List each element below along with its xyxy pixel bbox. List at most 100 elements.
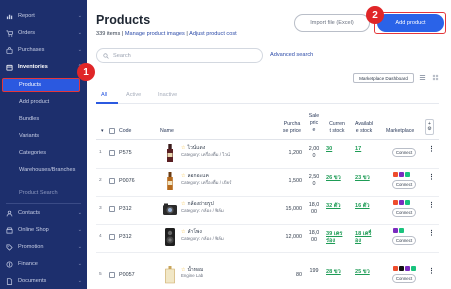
connect-button[interactable]: Connect	[392, 236, 416, 245]
current-stock-link[interactable]: 30	[326, 146, 332, 152]
row-checkbox[interactable]	[109, 272, 115, 278]
sidebar-item-documents[interactable]: Documents ⌄	[0, 274, 87, 288]
advanced-search-link[interactable]: Advanced search	[270, 52, 313, 58]
marketplace-icons	[393, 266, 416, 271]
marketplace-logo-icon	[393, 200, 398, 205]
connect-button[interactable]: Connect	[392, 148, 416, 157]
callout-number: 2	[372, 9, 378, 21]
available-stock-link[interactable]: 16 ตัว	[355, 202, 370, 210]
current-stock-link[interactable]: 32 ตัว	[326, 202, 341, 210]
select-all-checkbox[interactable]	[109, 128, 115, 134]
manage-images-link[interactable]: Manage product images	[125, 31, 185, 37]
column-header-available-stock[interactable]: Availabl e stock	[352, 121, 376, 135]
product-code: P312	[119, 206, 132, 212]
more-options-icon[interactable]: ⋮	[428, 229, 435, 237]
add-product-button[interactable]: Add product	[377, 14, 444, 32]
sidebar-subitem-categories[interactable]: Categories	[0, 146, 87, 160]
row-checkbox[interactable]	[109, 234, 115, 240]
available-stock-link[interactable]: 17	[355, 146, 361, 152]
purchase-price: 80	[296, 272, 302, 278]
sidebar-item-inventories[interactable]: Inventories ⌃	[0, 60, 87, 74]
grid-view-icon[interactable]	[432, 74, 439, 81]
sidebar-subitem-label: Bundles	[19, 116, 40, 122]
column-header-sale-price[interactable]: Sale pric e	[307, 113, 321, 134]
chevron-down-icon: ⌄	[77, 261, 82, 267]
current-stock-link-cont[interactable]: ร่อง	[326, 237, 335, 245]
column-header-purchase-price[interactable]: Purcha se price	[280, 121, 304, 135]
product-code: P575	[119, 150, 132, 156]
column-header-name[interactable]: Name	[160, 128, 174, 135]
product-code: P312	[119, 234, 132, 240]
tab-active[interactable]: Active	[126, 92, 141, 98]
sidebar-subitem-label: Product Search	[19, 190, 58, 196]
column-header-marketplace[interactable]: Marketplace	[386, 128, 414, 135]
sidebar-subitem-products[interactable]: Products	[2, 78, 80, 92]
list-view-icon[interactable]	[419, 74, 426, 81]
sidebar-item-purchases[interactable]: Purchases ⌄	[0, 43, 87, 57]
sale-price: 18,0	[308, 230, 320, 236]
sidebar-item-orders[interactable]: Orders ⌄	[0, 26, 87, 40]
sidebar-subitem-product-search[interactable]: Product Search	[0, 186, 87, 200]
product-code: P0057	[119, 272, 135, 278]
sidebar-subitem-bundles[interactable]: Bundles	[0, 112, 87, 126]
sidebar-subitem-warehouses[interactable]: Warehouses/Branches	[0, 163, 87, 177]
adjust-cost-link[interactable]: Adjust product cost	[189, 31, 237, 37]
product-category: Category: กล้อง / ฟิล์ม	[181, 208, 224, 213]
tab-inactive[interactable]: Inactive	[158, 92, 177, 98]
available-stock-link[interactable]: 23 ขว	[355, 174, 370, 182]
import-excel-button[interactable]: Import file (Excel)	[294, 14, 370, 32]
connect-button[interactable]: Connect	[392, 180, 416, 189]
sale-price-cont: 00	[311, 237, 317, 243]
row-checkbox[interactable]	[109, 178, 115, 184]
available-stock-link[interactable]: 25 ขว	[355, 268, 370, 276]
tag-icon	[6, 244, 13, 251]
sidebar-item-finance[interactable]: Finance ⌄	[0, 257, 87, 271]
row-checkbox[interactable]	[109, 150, 115, 156]
marketplace-logo-icon	[411, 266, 416, 271]
current-stock-link[interactable]: 28 ขว	[326, 268, 341, 276]
sale-price-cont: 0	[312, 153, 316, 159]
more-options-icon[interactable]: ⋮	[428, 145, 435, 153]
sale-price: 18,0	[308, 202, 320, 208]
marketplace-logo-icon	[393, 228, 398, 233]
chevron-down-icon: ⌄	[77, 210, 82, 216]
sidebar-item-label: Orders	[18, 30, 36, 36]
row-checkbox[interactable]	[109, 206, 115, 212]
sidebar-item-online-shop[interactable]: Online Shop ⌄	[0, 223, 87, 237]
more-options-icon[interactable]: ⋮	[428, 173, 435, 181]
row-number: 3	[99, 206, 102, 211]
header-line: se price	[282, 128, 302, 135]
sidebar-subitem-add-product[interactable]: Add product	[0, 95, 87, 109]
available-stock-link-cont[interactable]: อง	[355, 237, 361, 245]
column-header-code[interactable]: Code	[119, 128, 131, 135]
marketplace-logo-icon	[399, 172, 404, 177]
sidebar-item-contacts[interactable]: Contacts ⌄	[0, 206, 87, 220]
box-icon	[6, 64, 13, 71]
marketplace-icons	[393, 228, 404, 233]
connect-button[interactable]: Connect	[392, 274, 416, 283]
chevron-down-icon: ⌄	[77, 244, 82, 250]
more-options-icon[interactable]: ⋮	[428, 201, 435, 209]
column-header-current-stock[interactable]: Curren t stock	[326, 121, 348, 135]
header-line: Purcha	[283, 121, 301, 127]
header-line: e	[312, 127, 316, 134]
sidebar-item-promotion[interactable]: Promotion ⌄	[0, 240, 87, 254]
product-thumbnail	[162, 227, 178, 247]
more-options-icon[interactable]: ⋮	[428, 267, 435, 275]
tab-all[interactable]: All	[101, 92, 107, 98]
column-settings-button[interactable]: + ⚙	[425, 119, 434, 135]
sale-price-cont: 00	[311, 209, 317, 215]
sidebar-subitem-variants[interactable]: Variants	[0, 129, 87, 143]
callout-step-1: 1	[77, 63, 95, 81]
sidebar-item-report[interactable]: Report ⌄	[0, 9, 87, 23]
sidebar-subitem-label: Add product	[19, 99, 50, 105]
connect-button[interactable]: Connect	[392, 208, 416, 217]
marketplace-icons	[393, 172, 410, 177]
current-stock-link[interactable]: 26 ขว	[326, 174, 341, 182]
row-number: 2	[99, 178, 102, 183]
search-input[interactable]: Search	[96, 48, 263, 63]
purchase-price: 15,000	[285, 206, 303, 212]
sidebar-item-label: Documents	[18, 278, 47, 284]
sidebar-subitem-label: Products	[19, 82, 42, 88]
marketplace-dashboard-button[interactable]: Marketplace Dashboard	[353, 73, 414, 83]
